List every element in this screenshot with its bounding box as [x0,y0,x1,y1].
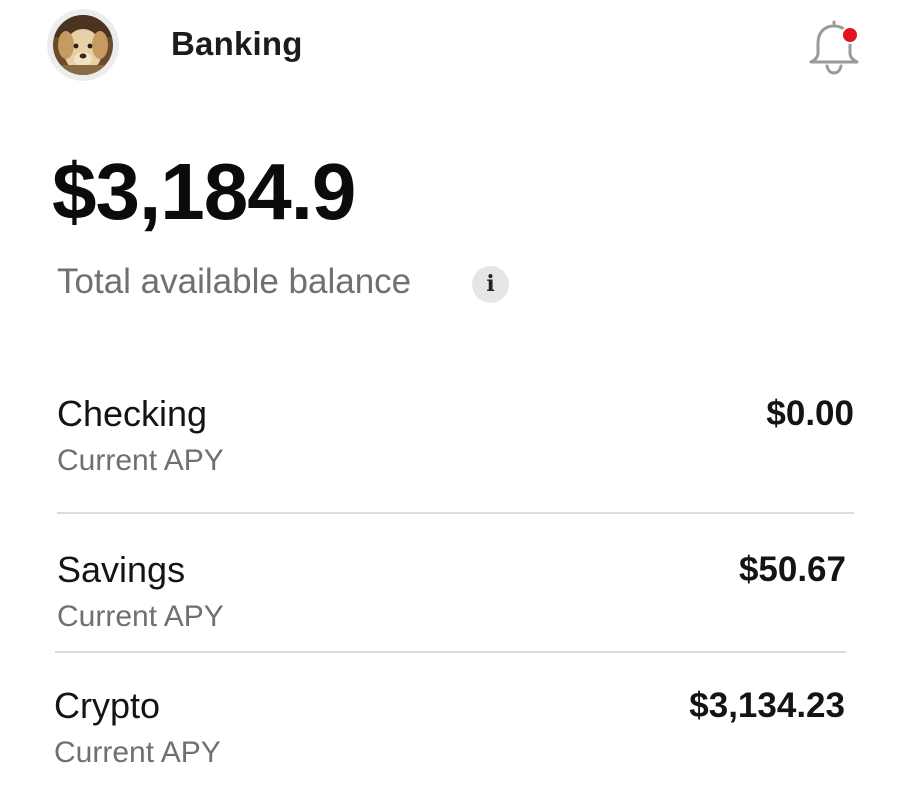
divider [55,651,846,653]
notification-dot [843,28,857,42]
total-balance-amount: $3,184.9 [52,147,356,236]
account-row-checking[interactable]: Checking Current APY $0.00 [57,396,854,482]
page-title: Banking [171,25,303,62]
account-row-crypto[interactable]: Crypto Current APY $3,134.23 [54,688,845,774]
dog-photo-avatar-icon [53,15,113,75]
account-name: Savings [57,549,186,590]
account-balance: $0.00 [766,394,854,433]
account-apy-label: Current APY [57,600,224,633]
avatar[interactable] [47,9,119,81]
bell-icon [809,20,859,75]
info-icon[interactable]: i [472,266,509,303]
account-name: Checking [57,393,208,434]
total-balance-label: Total available balance [57,262,412,301]
account-balance: $3,134.23 [689,686,845,725]
account-apy-label: Current APY [54,736,221,769]
notifications-button[interactable] [803,16,865,78]
account-row-savings[interactable]: Savings Current APY $50.67 [57,552,846,638]
account-name: Crypto [54,685,161,726]
account-balance: $50.67 [738,550,846,589]
divider [57,512,854,514]
account-apy-label: Current APY [57,444,224,477]
